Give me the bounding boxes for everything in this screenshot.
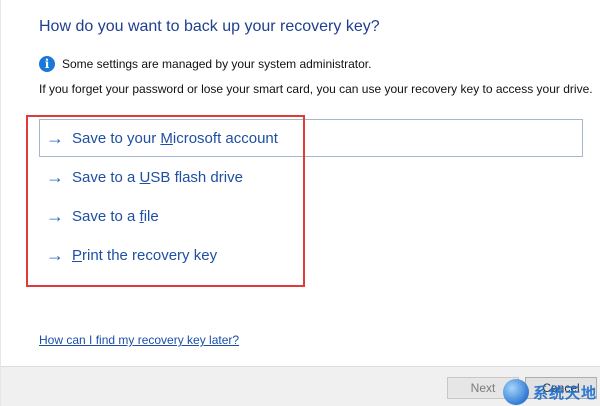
backup-options-list: → Save to your Microsoft account → Save … xyxy=(39,119,583,275)
option-label: Save to a file xyxy=(72,207,159,225)
page-title: How do you want to back up your recovery… xyxy=(39,18,380,35)
arrow-right-icon: → xyxy=(46,167,64,187)
arrow-right-icon: → xyxy=(46,128,64,148)
description-text: If you forget your password or lose your… xyxy=(39,82,593,96)
watermark-text: 系统天地 xyxy=(532,383,597,402)
admin-notice-text: Some settings are managed by your system… xyxy=(62,57,372,71)
arrow-right-icon: → xyxy=(46,245,64,265)
save-to-microsoft-account-option[interactable]: → Save to your Microsoft account xyxy=(39,119,583,157)
watermark: 系统天地 xyxy=(502,379,597,405)
admin-notice: i Some settings are managed by your syst… xyxy=(39,56,371,72)
print-recovery-key-option[interactable]: → Print the recovery key xyxy=(39,236,583,274)
dialog-footer: Next Cancel 系统天地 xyxy=(1,366,600,406)
info-icon: i xyxy=(39,56,55,72)
find-recovery-key-help-link[interactable]: How can I find my recovery key later? xyxy=(39,333,239,347)
option-label: Save to a USB flash drive xyxy=(72,168,243,186)
save-to-file-option[interactable]: → Save to a file xyxy=(39,197,583,235)
save-to-usb-option[interactable]: → Save to a USB flash drive xyxy=(39,158,583,196)
option-label: Print the recovery key xyxy=(72,246,218,264)
option-label: Save to your Microsoft account xyxy=(72,129,278,147)
watermark-logo-icon xyxy=(502,379,529,405)
bitlocker-backup-dialog: How do you want to back up your recovery… xyxy=(0,0,600,406)
arrow-right-icon: → xyxy=(46,206,64,226)
